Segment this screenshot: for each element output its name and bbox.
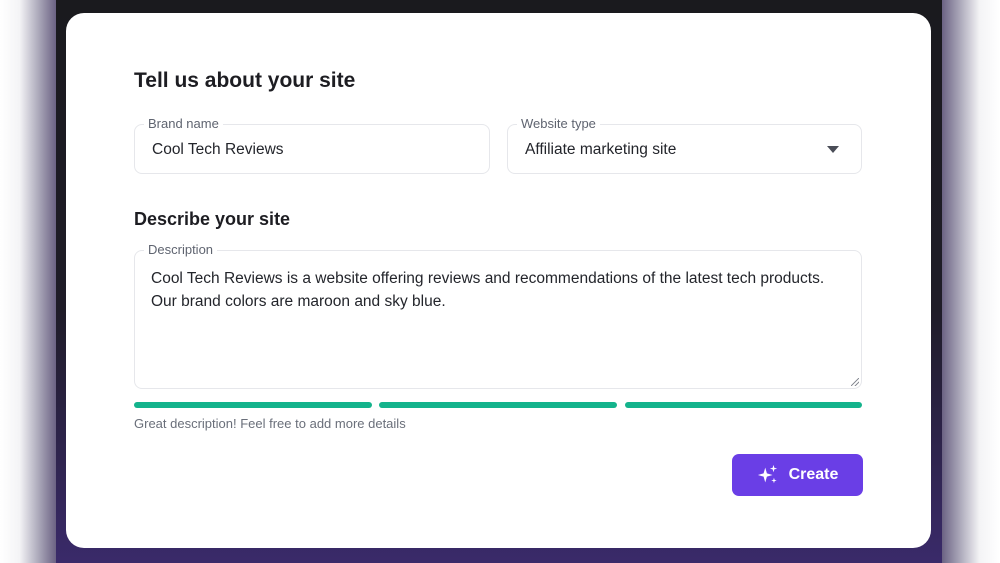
left-blur-edge bbox=[0, 0, 56, 563]
right-blur-edge bbox=[942, 0, 1000, 563]
sparkles-icon bbox=[757, 464, 779, 486]
website-type-label: Website type bbox=[517, 116, 600, 131]
section-title: Tell us about your site bbox=[134, 69, 356, 92]
strength-meter-segment-3 bbox=[625, 402, 862, 408]
strength-meter-segment-1 bbox=[134, 402, 372, 408]
description-label: Description bbox=[144, 242, 218, 257]
website-type-select[interactable]: Website type Affiliate marketing site bbox=[507, 116, 862, 174]
description-text[interactable]: Cool Tech Reviews is a website offering … bbox=[151, 267, 841, 313]
brand-name-input[interactable]: Cool Tech Reviews bbox=[152, 141, 284, 159]
website-type-value[interactable]: Affiliate marketing site bbox=[525, 141, 676, 159]
brand-name-field[interactable]: Brand name Cool Tech Reviews bbox=[134, 116, 490, 174]
site-setup-card: Tell us about your site Brand name Cool … bbox=[66, 13, 931, 548]
create-button-label: Create bbox=[788, 466, 839, 483]
resize-handle-icon[interactable] bbox=[851, 378, 859, 386]
brand-name-label: Brand name bbox=[144, 116, 223, 131]
create-button[interactable]: Create bbox=[732, 454, 863, 496]
strength-meter-segment-2 bbox=[379, 402, 617, 408]
chevron-down-icon[interactable] bbox=[827, 146, 839, 153]
description-textarea[interactable]: Description Cool Tech Reviews is a websi… bbox=[134, 242, 862, 389]
describe-title: Describe your site bbox=[134, 209, 291, 229]
description-hint: Great description! Feel free to add more… bbox=[134, 416, 406, 431]
